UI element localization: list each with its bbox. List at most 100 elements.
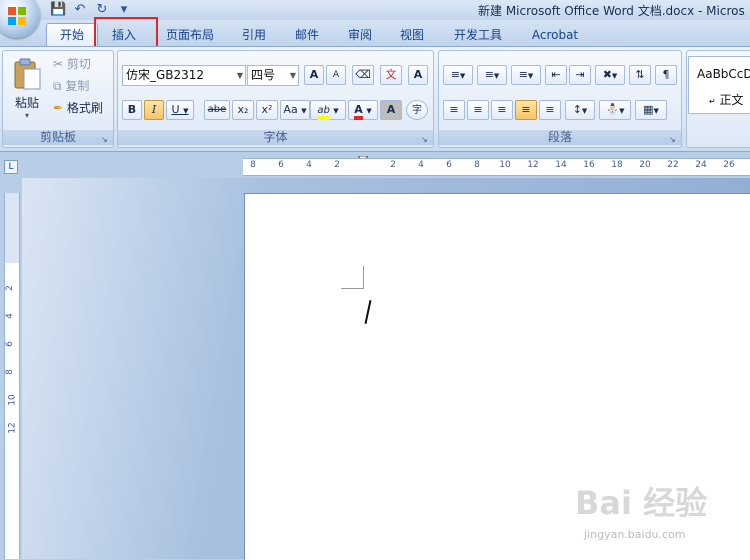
justify-button[interactable]: ≡	[515, 100, 537, 120]
show-marks-button[interactable]: ¶	[655, 65, 677, 85]
paste-button[interactable]: 粘贴 ▾	[7, 55, 47, 120]
ruler-tick-label: 8	[4, 369, 15, 375]
multilevel-list-button[interactable]: ≡▼	[511, 65, 541, 85]
decrease-indent-button[interactable]: ⇤	[545, 65, 567, 85]
paragraph-group: ≡▼ ≡▼ ≡▼ ⇤ ⇥ ✖▼ ⇅ ¶ ≡ ≡ ≡ ≡ ≡ ↕▼ ⛄▼ ▦▼ 段…	[438, 50, 682, 148]
tab-developer[interactable]: 开发工具	[446, 24, 510, 46]
line-spacing-icon: ↕	[572, 103, 582, 116]
bullets-button[interactable]: ≡▼	[443, 65, 473, 85]
tab-acrobat[interactable]: Acrobat	[524, 24, 586, 46]
font-group: 仿宋_GB2312 ▼ 四号 ▼ A A ⌫ 文 A B I U ▼ abe x…	[117, 50, 434, 148]
bullet-list-icon: ≡	[450, 68, 460, 81]
decrease-indent-icon: ⇤	[551, 68, 561, 81]
chevron-down-icon: ▼	[619, 107, 625, 115]
redo-icon[interactable]: ↻	[94, 2, 110, 18]
align-center-button[interactable]: ≡	[467, 100, 489, 120]
horizontal-ruler[interactable]: 8 6 4 2 2 4 6 8 10 12 14 16 18 20 22 24 26	[243, 158, 750, 176]
font-color-button[interactable]: A ▼	[348, 100, 378, 120]
ruler-tick-label: 10	[499, 160, 511, 170]
increase-indent-button[interactable]: ⇥	[569, 65, 591, 85]
copy-button[interactable]: ⧉ 复制	[53, 77, 89, 95]
clipboard-launcher-icon[interactable]: ↘	[101, 135, 110, 144]
chinese-layout-icon: ✖	[602, 68, 612, 81]
font-launcher-icon[interactable]: ↘	[421, 135, 430, 144]
chevron-down-icon: ▼	[333, 107, 339, 115]
borders-icon: ▦	[643, 103, 654, 116]
text-boundary-corner	[341, 266, 364, 289]
font-name-combo[interactable]: 仿宋_GB2312 ▼	[122, 65, 246, 86]
chinese-layout-button[interactable]: ✖▼	[595, 65, 625, 85]
ruler-tick-label: 24	[695, 160, 707, 170]
chevron-down-icon: ▼	[301, 107, 307, 115]
shrink-font-icon: A	[332, 70, 340, 80]
strikethrough-icon: abe	[207, 104, 227, 115]
ruler-tick-label: 6	[446, 160, 452, 170]
paste-icon	[14, 58, 41, 90]
highlight-color-button[interactable]: ab ▼	[310, 100, 346, 120]
italic-icon: I	[151, 103, 157, 116]
clear-format-button[interactable]: ⌫	[352, 65, 374, 85]
ruler-tick-label: 18	[611, 160, 623, 170]
paragraph-launcher-icon[interactable]: ↘	[669, 135, 678, 144]
subscript-button[interactable]: x₂	[232, 100, 254, 120]
font-size-combo[interactable]: 四号 ▼	[247, 65, 299, 86]
phonetic-guide-button[interactable]: 文	[380, 65, 402, 85]
ruler-tick-label: 8	[250, 160, 256, 170]
font-name-value: 仿宋_GB2312	[126, 68, 205, 82]
change-case-button[interactable]: Aa ▼	[280, 100, 310, 120]
ruler-tick-label: 16	[583, 160, 595, 170]
italic-button[interactable]: I	[144, 100, 164, 120]
font-color-icon: A	[354, 103, 363, 120]
ruler-tick-label: 6	[4, 341, 15, 347]
chevron-down-icon: ▼	[581, 107, 588, 115]
grow-font-button[interactable]: A	[304, 65, 324, 85]
strikethrough-button[interactable]: abe	[204, 100, 230, 120]
chevron-down-icon: ▾	[24, 111, 29, 120]
office-logo-icon	[8, 7, 26, 25]
paragraph-mark-icon: ¶	[662, 68, 670, 81]
multilevel-list-icon: ≡	[518, 68, 528, 81]
superscript-button[interactable]: x²	[256, 100, 278, 120]
tab-references[interactable]: 引用	[232, 24, 276, 46]
underline-button[interactable]: U ▼	[166, 100, 194, 120]
align-right-button[interactable]: ≡	[491, 100, 513, 120]
format-painter-button[interactable]: ✒ 格式刷	[53, 99, 103, 117]
distributed-button[interactable]: ≡	[539, 100, 561, 120]
format-painter-label: 格式刷	[66, 101, 103, 115]
chevron-down-icon: ▼	[493, 72, 500, 80]
undo-icon[interactable]: ↶	[72, 2, 88, 18]
watermark-brand: Bai 经验	[575, 484, 708, 522]
numbering-button[interactable]: ≡▼	[477, 65, 507, 85]
phonetic-guide-icon: 文	[385, 68, 397, 81]
highlighter-icon: ab	[317, 105, 330, 120]
cut-button[interactable]: ✂ 剪切	[53, 55, 91, 73]
tab-mailings[interactable]: 邮件	[285, 24, 329, 46]
tab-selector[interactable]: L	[4, 160, 18, 174]
sort-icon: ⇅	[635, 68, 645, 81]
sort-button[interactable]: ⇅	[629, 65, 651, 85]
style-normal[interactable]: AaBbCcDc ↵ 正文	[688, 56, 750, 114]
character-border-icon: A	[413, 68, 423, 81]
character-shading-button[interactable]: A	[380, 100, 402, 120]
borders-button[interactable]: ▦▼	[635, 100, 667, 120]
ruler-tick-label: 2	[4, 285, 15, 291]
character-border-button[interactable]: A	[408, 65, 428, 85]
ruler-tick-label: 4	[306, 160, 312, 170]
shading-button[interactable]: ⛄▼	[599, 100, 631, 120]
underline-icon: U	[171, 103, 180, 116]
tab-review[interactable]: 审阅	[338, 24, 382, 46]
shrink-font-button[interactable]: A	[326, 65, 346, 85]
save-icon[interactable]: 💾	[50, 2, 66, 18]
chevron-down-icon: ▼	[527, 72, 534, 80]
align-left-button[interactable]: ≡	[443, 100, 465, 120]
line-spacing-button[interactable]: ↕▼	[565, 100, 595, 120]
chevron-down-icon: ▼	[611, 72, 618, 80]
bold-button[interactable]: B	[122, 100, 142, 120]
paragraph-mark-icon: ↵	[709, 97, 716, 106]
enclose-characters-button[interactable]: 字	[406, 100, 428, 120]
subscript-icon: x₂	[237, 103, 249, 116]
tab-view[interactable]: 视图	[390, 24, 434, 46]
tab-page-layout[interactable]: 页面布局	[160, 24, 220, 46]
customize-icon[interactable]: ▾	[116, 2, 132, 18]
tab-home[interactable]: 开始	[46, 23, 98, 47]
